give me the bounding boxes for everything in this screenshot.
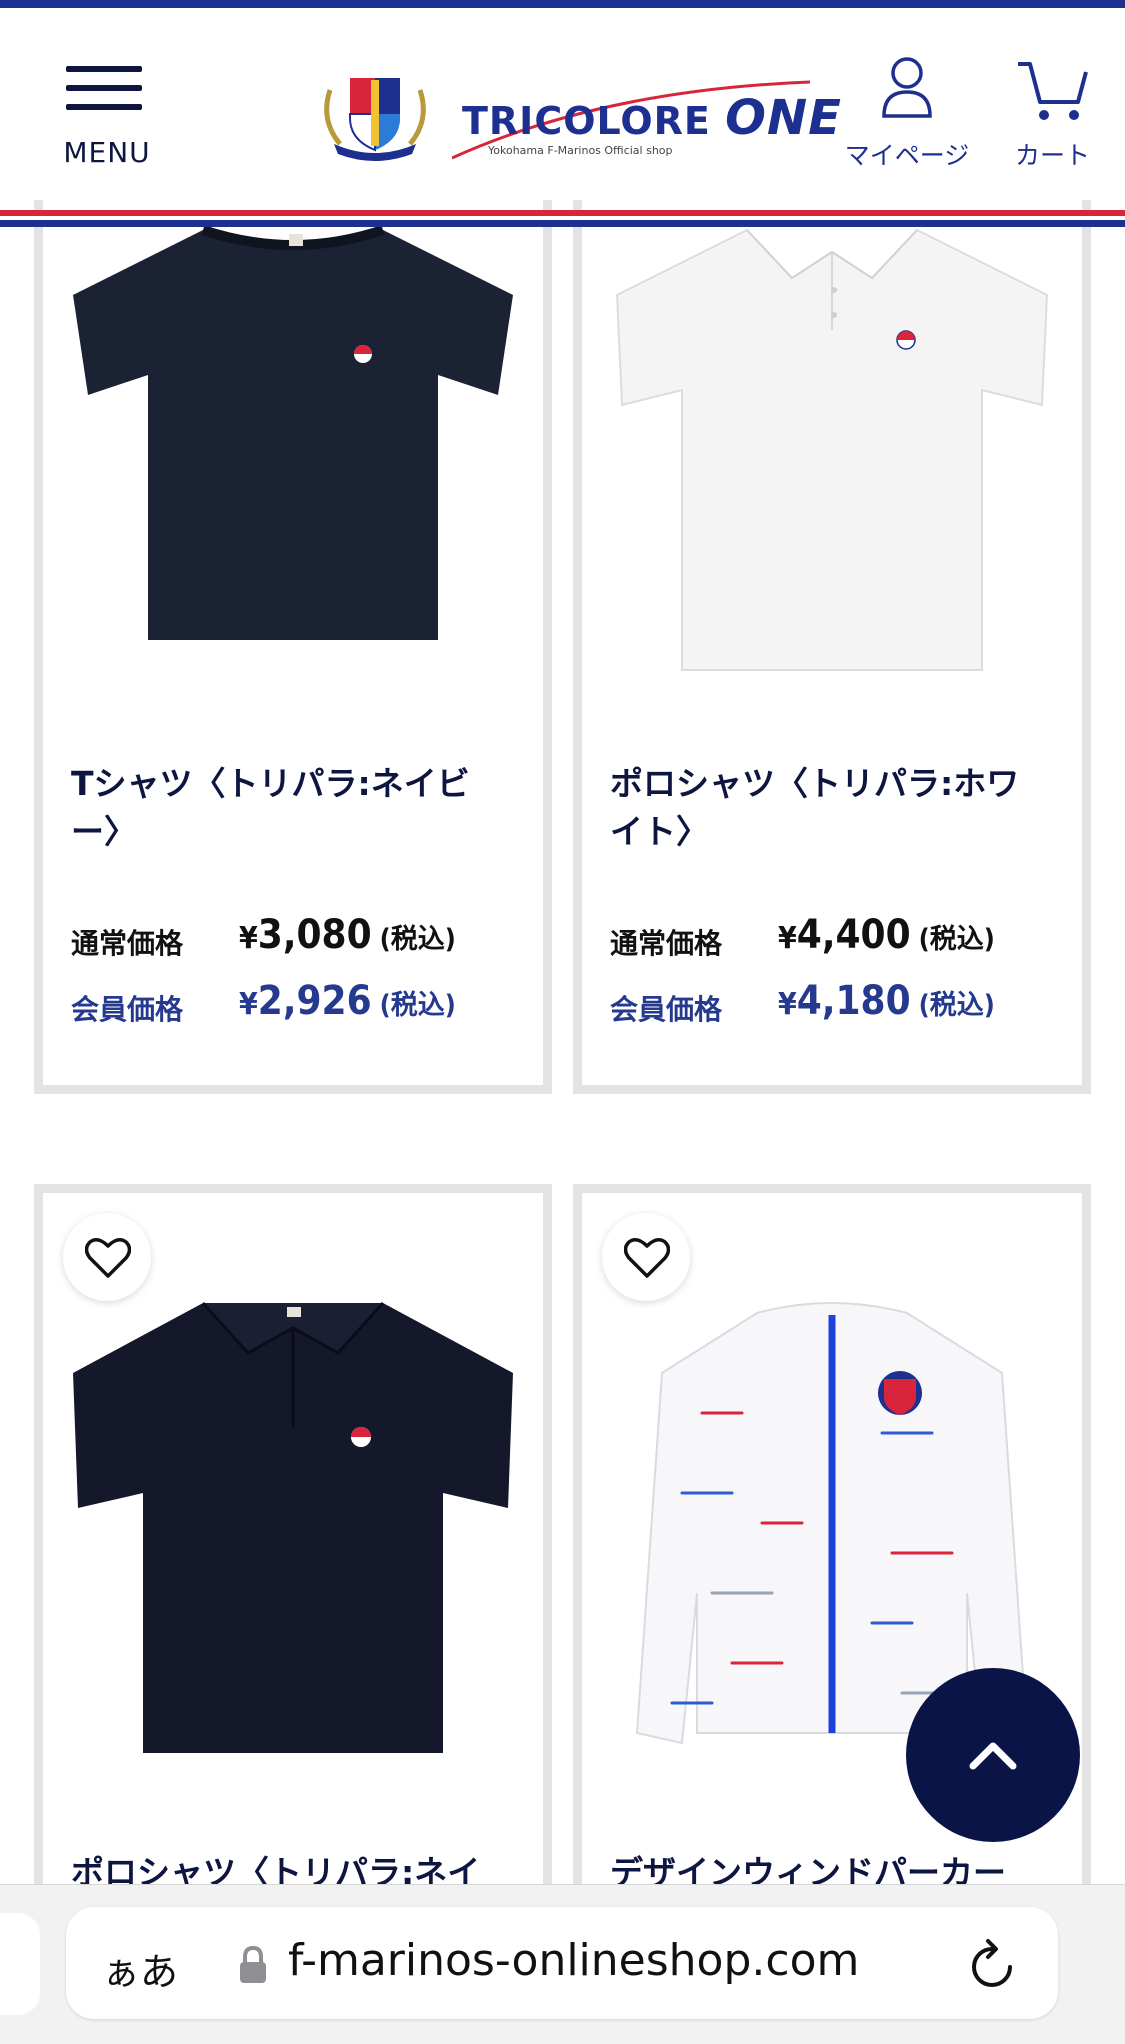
member-price-label: 会員価格 [610, 993, 723, 1026]
favorite-button[interactable] [602, 1213, 690, 1301]
currency-symbol: ¥ [778, 987, 797, 1022]
member-price-row: 会員価格 ¥4,180 (税込) [610, 978, 1070, 1028]
regular-price-value: 3,080 [257, 912, 372, 958]
back-to-top-button[interactable] [906, 1668, 1080, 1842]
product-card[interactable]: ポロシャツ〈トリパラ:ホワイト〉 通常価格 ¥4,400 (税込) 会員価格 ¥4… [573, 200, 1091, 1094]
url-text[interactable]: f-marinos-onlineshop.com [288, 1935, 859, 1986]
favorite-button[interactable] [63, 1213, 151, 1301]
logo-title: TRICOLORE ONE [462, 90, 842, 146]
regular-price-label: 通常価格 [610, 927, 723, 960]
mypage-button[interactable]: マイページ [842, 56, 972, 176]
product-image-navy-tshirt[interactable] [43, 200, 543, 710]
hamburger-icon-bar [66, 85, 142, 91]
member-price: ¥4,180 (税込) [778, 978, 995, 1024]
regular-price-label: 通常価格 [71, 927, 184, 960]
browser-toolbar: ぁあ f-marinos-onlineshop.com [0, 1884, 1125, 2044]
tricolore-one-logo[interactable]: TRICOLORE ONE Yokohama F-Marinos Officia… [452, 80, 841, 170]
club-crest-logo[interactable] [320, 70, 430, 162]
previous-tab-peek[interactable] [0, 1913, 40, 2015]
header-stripe-blue [0, 220, 1125, 227]
lock-icon [240, 1945, 266, 1983]
cart-icon [1018, 62, 1088, 120]
product-name[interactable]: ポロシャツ〈トリパラ:ホワイト〉 [610, 760, 1050, 856]
logo-subtitle: Yokohama F-Marinos Official shop [488, 144, 673, 157]
tax-note: (税込) [918, 924, 995, 955]
person-icon [882, 57, 932, 118]
tax-note: (税込) [918, 990, 995, 1021]
header-top-line [0, 0, 1125, 8]
menu-label: MENU [63, 136, 151, 169]
cart-label: カート [1014, 141, 1090, 170]
chevron-up-icon [969, 1742, 1017, 1770]
mypage-label: マイページ [844, 141, 970, 170]
heart-icon [85, 1238, 131, 1278]
regular-price-row: 通常価格 ¥4,400 (税込) [610, 912, 1070, 962]
regular-price-value: 4,400 [796, 912, 911, 958]
tax-note: (税込) [379, 924, 456, 955]
menu-button[interactable]: MENU [62, 66, 152, 176]
hamburger-icon-bar [66, 104, 142, 110]
tax-note: (税込) [379, 990, 456, 1021]
cart-button[interactable]: カート [1000, 56, 1105, 176]
hamburger-icon [66, 66, 142, 72]
product-image-white-polo[interactable] [582, 200, 1082, 710]
regular-price: ¥3,080 (税込) [239, 912, 456, 958]
member-price-label: 会員価格 [71, 993, 184, 1026]
member-price-value: 4,180 [796, 978, 911, 1024]
product-name[interactable]: Tシャツ〈トリパラ:ネイビー〉 [71, 760, 511, 856]
currency-symbol: ¥ [778, 921, 797, 956]
heart-icon [624, 1238, 670, 1278]
member-price-value: 2,926 [257, 978, 372, 1024]
logo-title-suffix: ONE [725, 90, 842, 146]
logo-title-prefix: TRICOLORE [462, 99, 711, 143]
member-price: ¥2,926 (税込) [239, 978, 456, 1024]
regular-price-row: 通常価格 ¥3,080 (税込) [71, 912, 531, 962]
address-bar[interactable]: ぁあ f-marinos-onlineshop.com [66, 1907, 1058, 2019]
site-header: MENU TRICOLORE ONE Yokohama F-Marinos Of… [0, 8, 1125, 210]
product-card[interactable]: Tシャツ〈トリパラ:ネイビー〉 通常価格 ¥3,080 (税込) 会員価格 ¥2,… [34, 200, 552, 1094]
reload-icon[interactable] [966, 1937, 1020, 1993]
member-price-row: 会員価格 ¥2,926 (税込) [71, 978, 531, 1028]
currency-symbol: ¥ [239, 987, 258, 1022]
regular-price: ¥4,400 (税込) [778, 912, 995, 958]
page-settings-button[interactable]: ぁあ [102, 1941, 178, 1996]
currency-symbol: ¥ [239, 921, 258, 956]
